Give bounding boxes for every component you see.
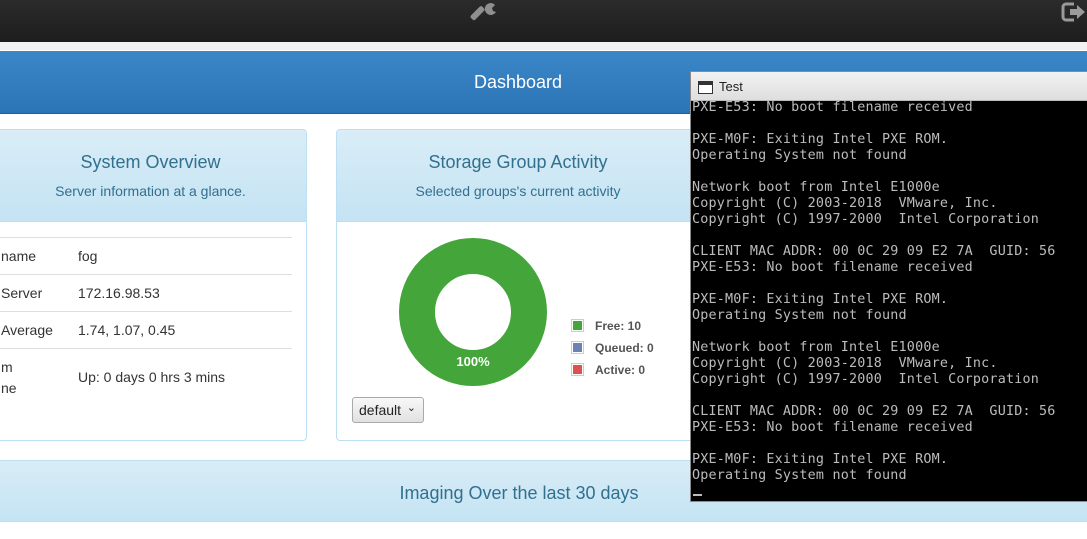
top-navbar — [0, 0, 1087, 42]
row-divider — [0, 274, 292, 275]
terminal-app-icon — [698, 81, 713, 94]
legend-swatch-free — [571, 319, 584, 332]
row-divider — [0, 311, 292, 312]
terminal-line: Copyright (C) 1997-2000 Intel Corporatio… — [692, 372, 1039, 387]
terminal-line: CLIENT MAC ADDR: 00 0C 29 09 E2 7A GUID:… — [692, 244, 1056, 259]
terminal-line: PXE-M0F: Exiting Intel PXE ROM. — [692, 452, 949, 467]
terminal-line: Operating System not found — [692, 148, 907, 163]
legend-label-queued: Queued: 0 — [595, 341, 654, 355]
terminal-line: Copyright (C) 1997-2000 Intel Corporatio… — [692, 212, 1039, 227]
logout-icon[interactable] — [1060, 0, 1087, 26]
donut-percent-label: 100% — [456, 354, 490, 369]
system-overview-subtitle: Server information at a glance. — [55, 183, 246, 199]
row-divider — [0, 237, 292, 238]
select-value: default — [359, 402, 402, 418]
terminal-title: Test — [719, 79, 743, 94]
terminal-line: CLIENT MAC ADDR: 00 0C 29 09 E2 7A GUID:… — [692, 404, 1056, 419]
terminal-line: Operating System not found — [692, 468, 907, 483]
row-value-uptime: Up: 0 days 0 hrs 3 mins — [78, 369, 226, 385]
terminal-line: PXE-E53: No boot filename received — [692, 260, 973, 275]
terminal-line: Network boot from Intel E1000e — [692, 180, 940, 195]
donut-slice-free — [399, 238, 547, 386]
row-value-load-average: 1.74, 1.07, 0.45 — [78, 322, 176, 338]
storage-donut-chart: 100% — [399, 238, 547, 386]
terminal-titlebar[interactable]: Test — [691, 72, 1087, 101]
terminal-line: Network boot from Intel E1000e — [692, 340, 940, 355]
wrench-icon[interactable] — [470, 0, 502, 30]
row-value-hostname: fog — [78, 248, 98, 264]
terminal-cursor — [693, 494, 702, 496]
row-label-hostname: name — [1, 248, 37, 264]
row-label-uptime-2: ne — [1, 380, 17, 396]
terminal-line: PXE-E53: No boot filename received — [692, 101, 973, 115]
terminal-line: Operating System not found — [692, 308, 907, 323]
legend-swatch-queued — [571, 341, 584, 354]
system-overview-header: System Overview Server information at a … — [0, 130, 306, 222]
storage-group-title: Storage Group Activity — [428, 152, 608, 172]
row-value-server: 172.16.98.53 — [78, 285, 160, 301]
row-divider — [0, 348, 292, 349]
terminal-line: PXE-E53: No boot filename received — [692, 420, 973, 435]
legend-label-free: Free: 10 — [595, 319, 642, 333]
system-overview-panel: System Overview Server information at a … — [0, 129, 307, 441]
navbar-spacer — [0, 42, 1087, 50]
storage-group-header: Storage Group Activity Selected groups's… — [337, 130, 697, 222]
terminal-line: PXE-M0F: Exiting Intel PXE ROM. — [692, 292, 949, 307]
terminal-line: Copyright (C) 2003-2018 VMware, Inc. — [692, 356, 998, 371]
row-label-server: Server — [1, 285, 43, 301]
row-label-load-average: Average — [1, 322, 53, 338]
storage-group-subtitle: Selected groups's current activity — [415, 183, 621, 199]
storage-group-panel: Storage Group Activity Selected groups's… — [336, 129, 698, 441]
system-overview-title: System Overview — [80, 152, 221, 172]
terminal-console[interactable]: PXE-E53: No boot filename received PXE-M0… — [692, 101, 1087, 499]
terminal-window[interactable]: Test PXE-E53: No boot filename received P… — [690, 71, 1087, 502]
terminal-line: Copyright (C) 2003-2018 VMware, Inc. — [692, 196, 998, 211]
row-label-uptime: m — [1, 359, 13, 375]
storage-group-select[interactable]: default ⌄ — [352, 397, 424, 423]
chevron-down-icon: ⌄ — [406, 402, 416, 414]
terminal-line: PXE-M0F: Exiting Intel PXE ROM. — [692, 132, 949, 147]
legend-swatch-active — [571, 363, 584, 376]
legend-label-active: Active: 0 — [595, 363, 646, 377]
